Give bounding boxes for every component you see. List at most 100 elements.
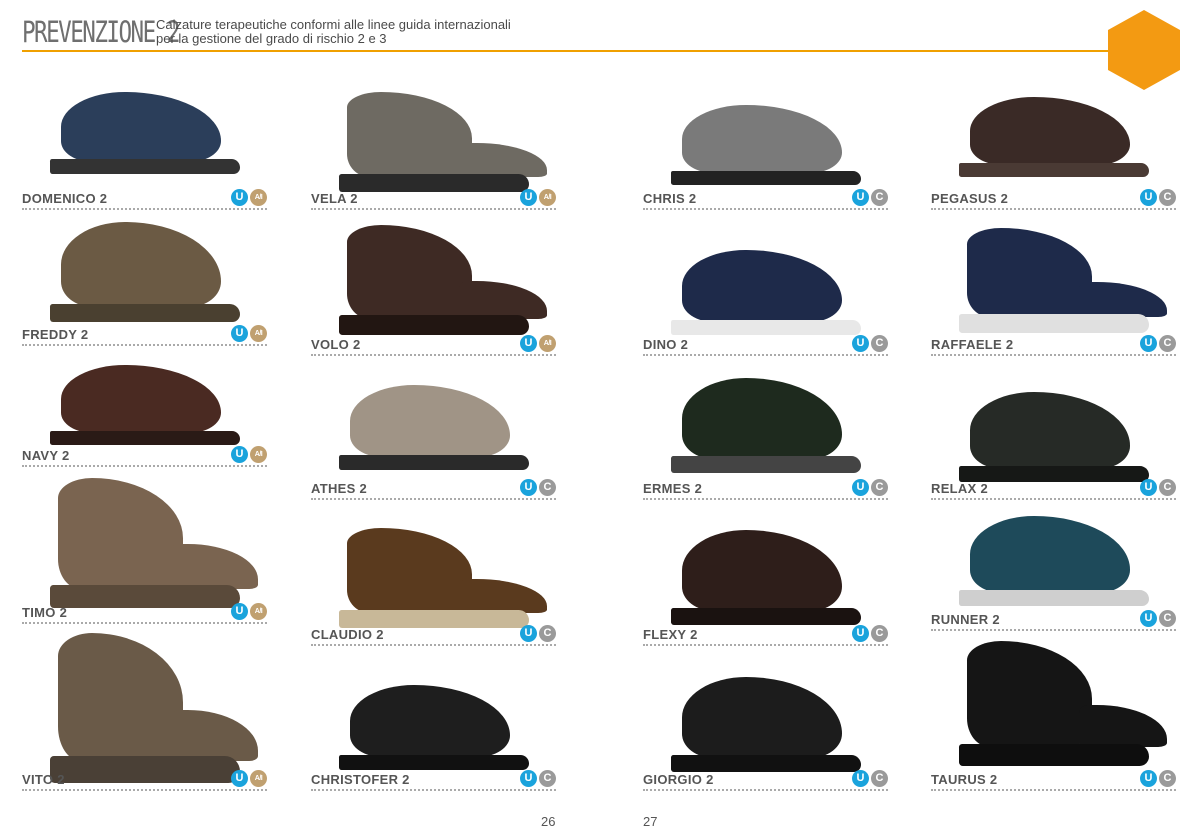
product-name: FREDDY 2: [22, 327, 89, 342]
product-badges: UC: [852, 189, 888, 206]
u-badge-icon: U: [231, 325, 248, 342]
dotted-divider: [931, 354, 1176, 356]
c-badge-icon: C: [1159, 610, 1176, 627]
dotted-divider: [643, 789, 888, 791]
dotted-divider: [311, 354, 556, 356]
product-badges: U A/I: [520, 189, 556, 206]
product-item: CHRIS 2 UC: [643, 105, 888, 210]
product-name: RELAX 2: [931, 481, 989, 496]
subtitle-line-1: Calzature terapeutiche conformi alle lin…: [156, 17, 511, 32]
subtitle-line-2: per la gestione del grado di rischio 2 e…: [156, 31, 387, 46]
u-badge-icon: U: [231, 446, 248, 463]
product-item: FREDDY 2 U A/I: [22, 222, 267, 346]
shoe-image: [50, 365, 240, 445]
product-item: DINO 2 UC: [643, 250, 888, 356]
product-badges: UC: [852, 625, 888, 642]
product-item: DOMENICO 2 U A/I: [22, 92, 267, 210]
product-name: CHRISTOFER 2: [311, 772, 410, 787]
dotted-divider: [22, 622, 267, 624]
product-badges: U A/I: [231, 446, 267, 463]
u-badge-icon: U: [231, 189, 248, 206]
shoe-image: [50, 222, 240, 322]
u-badge-icon: U: [520, 770, 537, 787]
product-item: CHRISTOFER 2 UC: [311, 685, 556, 791]
c-badge-icon: C: [539, 479, 556, 496]
u-badge-icon: U: [231, 770, 248, 787]
c-badge-icon: C: [1159, 189, 1176, 206]
page-number-right: 27: [643, 814, 658, 829]
shoe-image: [339, 685, 529, 770]
product-item: PEGASUS 2 UC: [931, 97, 1176, 210]
u-badge-icon: U: [520, 625, 537, 642]
product-badges: UC: [520, 770, 556, 787]
product-item: CLAUDIO 2 UC: [311, 528, 556, 646]
u-badge-icon: U: [1140, 479, 1157, 496]
u-badge-icon: U: [852, 479, 869, 496]
shoe-image: [959, 641, 1168, 766]
product-item: VITO 2 U A/I: [22, 633, 267, 791]
product-name: CHRIS 2: [643, 191, 697, 206]
shoe-image: [339, 92, 548, 192]
ai-badge-icon: A/I: [250, 189, 267, 206]
ai-badge-icon: A/I: [250, 770, 267, 787]
c-badge-icon: C: [1159, 335, 1176, 352]
shoe-image: [959, 228, 1168, 333]
product-badges: U A/I: [231, 770, 267, 787]
product-name: ERMES 2: [643, 481, 703, 496]
dotted-divider: [643, 644, 888, 646]
product-item: GIORGIO 2 UC: [643, 677, 888, 791]
product-name: VITO 2: [22, 772, 65, 787]
product-item: RAFFAELE 2 UC: [931, 228, 1176, 356]
shoe-image: [959, 97, 1149, 177]
shoe-image: [339, 385, 529, 470]
u-badge-icon: U: [520, 335, 537, 352]
u-badge-icon: U: [852, 625, 869, 642]
product-badges: U A/I: [231, 603, 267, 620]
c-badge-icon: C: [1159, 770, 1176, 787]
dotted-divider: [643, 498, 888, 500]
c-badge-icon: C: [1159, 479, 1176, 496]
c-badge-icon: C: [871, 335, 888, 352]
u-badge-icon: U: [520, 189, 537, 206]
product-name: RUNNER 2: [931, 612, 1000, 627]
u-badge-icon: U: [1140, 610, 1157, 627]
page-header: PREVENZIONE 2 Calzature terapeutiche con…: [22, 14, 1182, 54]
c-badge-icon: C: [871, 479, 888, 496]
dotted-divider: [22, 208, 267, 210]
product-item: TAURUS 2 UC: [931, 641, 1176, 791]
u-badge-icon: U: [1140, 335, 1157, 352]
product-badges: U A/I: [520, 335, 556, 352]
dotted-divider: [311, 208, 556, 210]
shoe-image: [671, 378, 861, 473]
product-badges: UC: [1140, 770, 1176, 787]
page-number-left: 26: [541, 814, 556, 829]
product-item: NAVY 2 U A/I: [22, 365, 267, 467]
shoe-image: [671, 105, 861, 185]
product-badges: UC: [1140, 610, 1176, 627]
product-item: FLEXY 2 UC: [643, 530, 888, 646]
u-badge-icon: U: [520, 479, 537, 496]
product-item: TIMO 2 U A/I: [22, 478, 267, 624]
dotted-divider: [643, 354, 888, 356]
shoe-image: [671, 677, 861, 772]
product-name: PEGASUS 2: [931, 191, 1009, 206]
product-name: TAURUS 2: [931, 772, 998, 787]
u-badge-icon: U: [1140, 770, 1157, 787]
shoe-image: [959, 516, 1149, 606]
shoe-image: [959, 392, 1149, 482]
product-name: FLEXY 2: [643, 627, 698, 642]
dotted-divider: [311, 789, 556, 791]
product-badges: UC: [1140, 189, 1176, 206]
product-item: VELA 2 U A/I: [311, 92, 556, 210]
c-badge-icon: C: [871, 625, 888, 642]
dotted-divider: [311, 644, 556, 646]
product-badges: U A/I: [231, 189, 267, 206]
ai-badge-icon: A/I: [539, 189, 556, 206]
product-name: GIORGIO 2: [643, 772, 714, 787]
dotted-divider: [22, 789, 267, 791]
dotted-divider: [22, 465, 267, 467]
c-badge-icon: C: [871, 770, 888, 787]
product-item: ERMES 2 UC: [643, 378, 888, 500]
c-badge-icon: C: [871, 189, 888, 206]
shoe-image: [50, 478, 259, 608]
